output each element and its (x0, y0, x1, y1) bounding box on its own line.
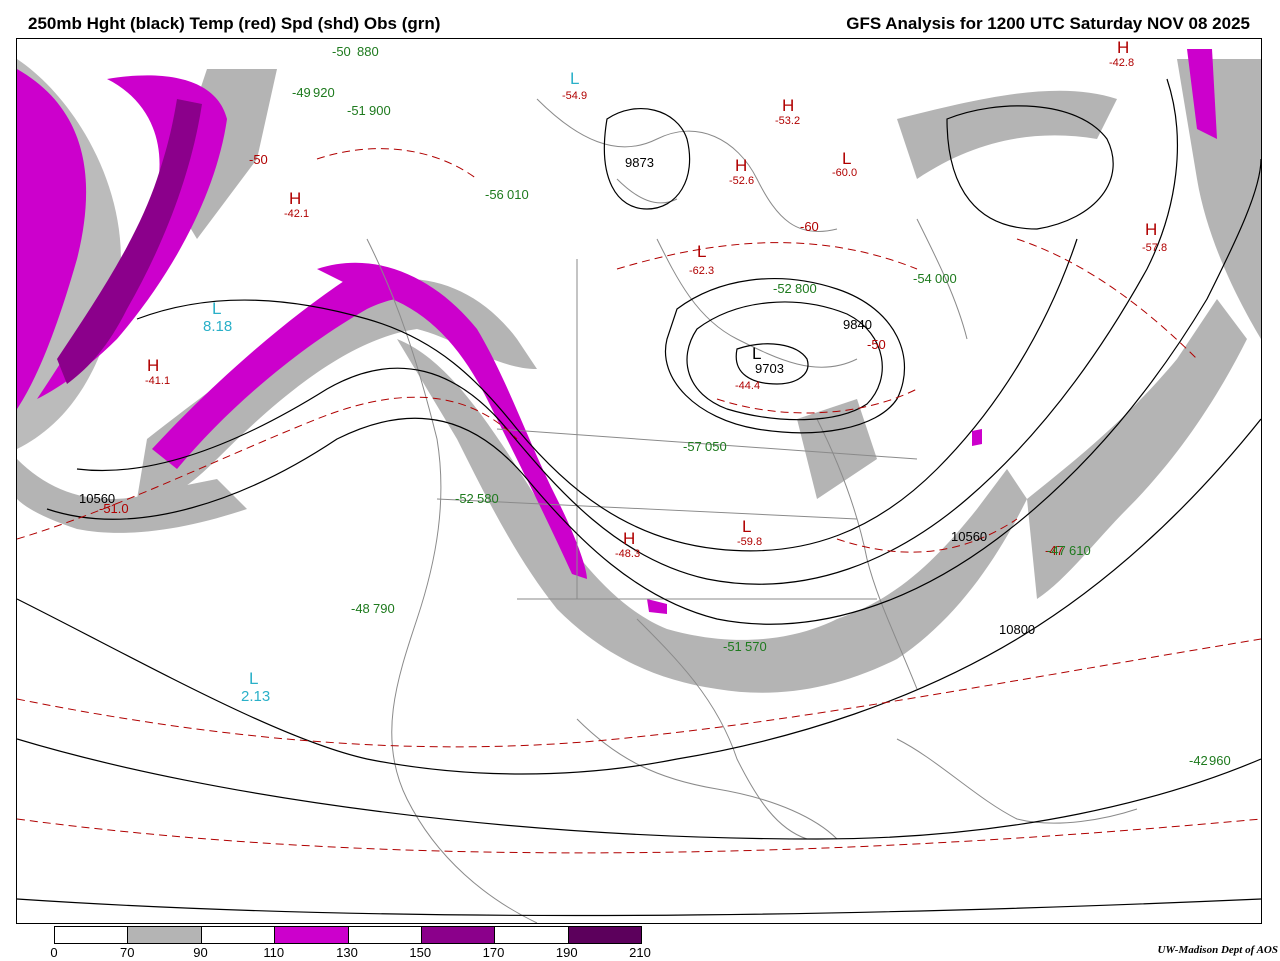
svg-text:880: 880 (357, 44, 379, 59)
temp-label: -51.0 (99, 501, 129, 516)
temp-value: -41.1 (145, 375, 170, 387)
station-obs: -52 800 (773, 281, 817, 296)
credit-label: UW-Madison Dept of AOS (1157, 944, 1278, 956)
temp-value: -53.2 (775, 115, 800, 127)
temp-value: -57.8 (1142, 242, 1167, 254)
temp-value: -48.3 (615, 548, 640, 560)
legend-tick: 170 (482, 945, 505, 960)
svg-text:050: 050 (705, 439, 727, 454)
height-label: 10800 (999, 622, 1035, 637)
station-obs: -50 880 (332, 44, 379, 59)
legend-tick: 190 (555, 945, 578, 960)
svg-text:790: 790 (373, 601, 395, 616)
height-label: 10560 (951, 529, 987, 544)
high-marker-7: H (623, 529, 635, 548)
legend-tick: 70 (120, 945, 135, 960)
svg-text:-51: -51 (723, 639, 742, 654)
legend-tick: 110 (263, 945, 285, 960)
temp-value: -44.4 (735, 380, 760, 392)
weather-map: H -42.1 H -41.1 L 8.18 L -54.9 H -52.6 L… (16, 38, 1262, 924)
low-value: 8.18 (203, 318, 232, 335)
svg-text:-48: -48 (351, 601, 370, 616)
legend-color-segment (421, 927, 496, 943)
station-obs: -57 050 (683, 439, 727, 454)
low-marker-1: L (212, 299, 221, 318)
legend-color-segment (348, 927, 422, 943)
temp-value: -62.3 (689, 265, 714, 277)
svg-text:570: 570 (745, 639, 767, 654)
legend-color-segment (495, 927, 569, 943)
temp-value: -42.8 (1109, 57, 1134, 69)
svg-text:800: 800 (795, 281, 817, 296)
low-value: 2.13 (241, 688, 270, 705)
svg-text:-52: -52 (773, 281, 792, 296)
temperature-labels: -50 -51.0 -60 -50 -47 (99, 152, 1064, 558)
svg-text:960: 960 (1209, 753, 1231, 768)
high-marker-2: H (147, 356, 159, 375)
legend-color-segment (128, 927, 202, 943)
legend-tick-labels: 0 70 90 110 130 150 170 190 210 (50, 945, 650, 961)
svg-text:-52: -52 (455, 491, 474, 506)
temp-label: -50 (867, 337, 886, 352)
svg-text:-47: -47 (1047, 543, 1066, 558)
station-obs: -54 000 (913, 271, 957, 286)
high-marker-4: H (782, 96, 794, 115)
legend-color-segment (55, 927, 129, 943)
temp-value: -59.8 (737, 536, 762, 548)
low-marker-3: L (842, 149, 851, 168)
temp-value: -52.6 (729, 175, 754, 187)
low-marker-6: L (742, 517, 751, 536)
legend-color-segment (201, 927, 276, 943)
legend-color-segment (568, 927, 641, 943)
height-label: 9703 (755, 361, 784, 376)
low-marker-7: L (249, 669, 258, 688)
low-marker-2: L (570, 69, 579, 88)
svg-text:000: 000 (935, 271, 957, 286)
station-obs: -47 610 (1047, 543, 1091, 558)
wind-speed-legend (54, 926, 642, 944)
svg-text:610: 610 (1069, 543, 1091, 558)
svg-text:900: 900 (369, 103, 391, 118)
svg-text:-50: -50 (332, 44, 351, 59)
low-marker-4: L (697, 242, 706, 261)
temp-label: -50 (249, 152, 268, 167)
svg-text:580: 580 (477, 491, 499, 506)
height-label: 9840 (843, 317, 872, 332)
svg-text:-42: -42 (1189, 753, 1208, 768)
station-obs: -51 570 (723, 639, 767, 654)
legend-tick: 90 (193, 945, 208, 960)
high-marker-1: H (289, 189, 301, 208)
temp-value: -42.1 (284, 208, 309, 220)
svg-text:-51: -51 (347, 103, 366, 118)
svg-text:-49: -49 (292, 85, 311, 100)
svg-text:010: 010 (507, 187, 529, 202)
height-label: 9873 (625, 155, 654, 170)
station-obs: -48 790 (351, 601, 395, 616)
station-obs: -52 580 (455, 491, 499, 506)
svg-text:-54: -54 (913, 271, 932, 286)
legend-color-segment (275, 927, 349, 943)
high-marker-6: H (1145, 220, 1157, 239)
station-obs: -42 960 (1189, 753, 1231, 768)
temp-value: -54.9 (562, 90, 587, 102)
station-obs: -56 010 (485, 187, 529, 202)
svg-text:-56: -56 (485, 187, 504, 202)
temp-value: -60.0 (832, 167, 857, 179)
legend-tick: 0 (50, 945, 58, 960)
legend-tick: 150 (409, 945, 432, 960)
temp-label: -60 (800, 219, 819, 234)
station-obs: -51 900 (347, 103, 391, 118)
chart-title-left: 250mb Hght (black) Temp (red) Spd (shd) … (28, 14, 441, 33)
geographic-boundaries (366, 98, 1138, 923)
svg-text:920: 920 (313, 85, 335, 100)
high-marker-3: H (735, 156, 747, 175)
legend-tick: 210 (629, 945, 651, 960)
legend-tick: 130 (336, 945, 358, 960)
svg-text:-57: -57 (683, 439, 702, 454)
station-obs: -49 920 (292, 85, 335, 100)
high-marker-5: H (1117, 39, 1129, 57)
chart-title-right: GFS Analysis for 1200 UTC Saturday NOV 0… (846, 14, 1250, 33)
